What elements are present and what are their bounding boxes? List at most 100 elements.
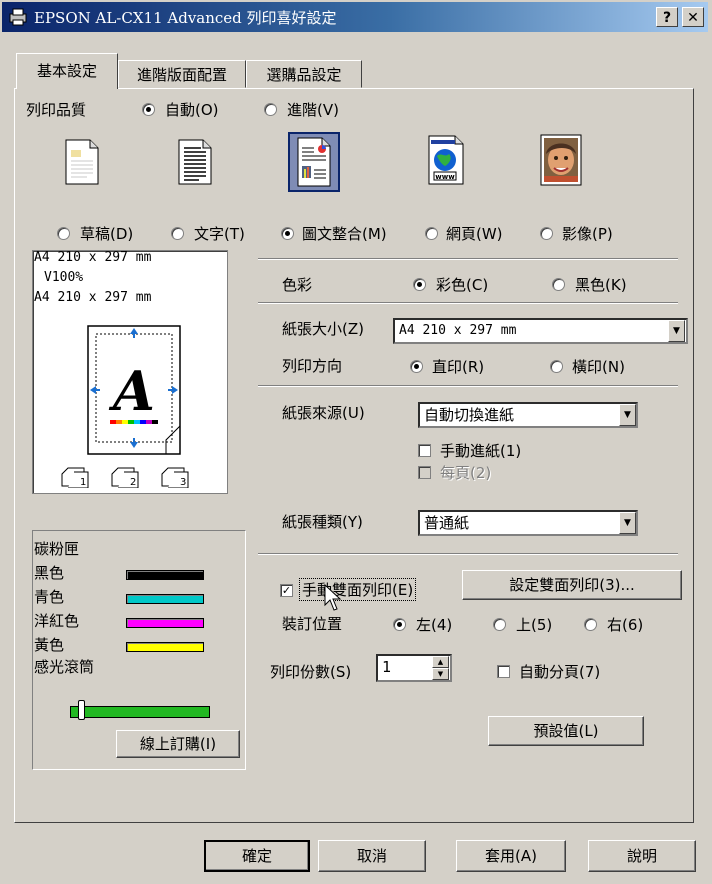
portrait-label: 直印(R) — [432, 358, 485, 376]
mode-text-label: 文字(T) — [194, 225, 245, 243]
paper-type-value: 普通紙 — [424, 514, 470, 532]
quality-advanced-radio[interactable] — [264, 103, 277, 116]
binding-left-label: 左(4) — [416, 616, 453, 634]
apply-button[interactable]: 套用(A) — [456, 840, 566, 872]
toner-cyan-level-bar — [126, 594, 204, 604]
chevron-down-icon[interactable]: ▼ — [619, 512, 636, 534]
order-online-button[interactable]: 線上訂購(I) — [116, 730, 240, 758]
svg-text:1: 1 — [80, 477, 86, 488]
collate-checkbox[interactable] — [497, 665, 510, 678]
mode-text-graph-radio[interactable] — [281, 227, 294, 240]
svg-text:2: 2 — [130, 477, 136, 488]
binding-left-radio[interactable] — [393, 618, 406, 631]
orientation-label: 列印方向 — [282, 357, 343, 375]
binding-right-label: 右(6) — [607, 616, 644, 634]
photoconductor-level-bar — [70, 706, 210, 718]
toner-yellow-label: 黃色 — [34, 636, 65, 654]
mode-photo-label: 影像(P) — [562, 225, 613, 243]
preview-zoom: V100% — [44, 270, 84, 285]
printer-preferences-window: EPSON AL-CX11 Advanced 列印喜好設定 ? ✕ 基本設定 進… — [0, 0, 712, 884]
toner-magenta-label: 洋紅色 — [34, 612, 80, 630]
quality-advanced-label: 進階(V) — [287, 101, 339, 119]
spin-up-icon[interactable]: ▲ — [432, 656, 449, 668]
tab-label: 選購品設定 — [266, 66, 342, 84]
paper-type-label: 紙張種類(Y) — [282, 513, 363, 531]
paper-source-value: 自動切換進紙 — [424, 406, 515, 424]
mouse-cursor-icon — [324, 583, 342, 612]
mode-web-label: 網頁(W) — [446, 225, 503, 243]
mode-photo-radio[interactable] — [540, 227, 553, 240]
svg-text:A: A — [108, 359, 155, 423]
chevron-down-icon[interactable]: ▼ — [668, 320, 685, 342]
tab-label: 基本設定 — [36, 62, 97, 80]
manual-feed-checkbox[interactable] — [418, 444, 431, 457]
toner-black-level-bar — [126, 570, 204, 580]
separator — [258, 258, 678, 260]
draft-document-icon[interactable] — [62, 138, 102, 186]
toner-black-label: 黑色 — [34, 564, 65, 582]
each-page-label: 每頁(2) — [440, 464, 492, 482]
close-title-button[interactable]: ✕ — [682, 7, 704, 27]
paper-size-value: A4 210 x 297 mm — [399, 323, 517, 338]
color-radio[interactable] — [413, 278, 426, 291]
preview-paper-size: A4 210 x 297 mm — [34, 250, 152, 265]
tab-advanced-layout[interactable]: 進階版面配置 — [118, 60, 246, 88]
svg-text:www: www — [435, 173, 455, 181]
copy-order-icons: 1 2 3 — [60, 466, 206, 489]
text-graph-document-icon[interactable] — [288, 132, 340, 192]
help-button[interactable]: 說明 — [588, 840, 696, 872]
mode-text-radio[interactable] — [171, 227, 184, 240]
paper-source-select[interactable]: 自動切換進紙 — [418, 402, 638, 428]
toner-magenta-level-bar — [126, 618, 204, 628]
ok-button[interactable]: 確定 — [204, 840, 310, 872]
collate-pages-icon: 1 2 3 — [61, 467, 189, 489]
printer-app-icon — [8, 8, 28, 26]
help-title-button[interactable]: ? — [656, 7, 678, 27]
tab-label: 進階版面配置 — [136, 66, 227, 84]
chevron-down-icon[interactable]: ▼ — [619, 404, 636, 426]
tab-basic-settings[interactable]: 基本設定 — [16, 53, 118, 89]
mode-draft-radio[interactable] — [57, 227, 70, 240]
title-bar: EPSON AL-CX11 Advanced 列印喜好設定 ? ✕ — [2, 2, 708, 32]
cancel-button[interactable]: 取消 — [318, 840, 426, 872]
tab-optional-settings[interactable]: 選購品設定 — [246, 60, 362, 88]
paper-size-select[interactable]: A4 210 x 297 mm — [393, 318, 688, 344]
collate-label: 自動分頁(7) — [519, 663, 601, 681]
paper-size-label: 紙張大小(Z) — [282, 320, 364, 338]
landscape-radio[interactable] — [550, 360, 563, 373]
color-option-label: 彩色(C) — [436, 276, 489, 294]
level-indicator-icon — [78, 700, 85, 720]
mono-option-label: 黑色(K) — [575, 276, 627, 294]
mode-web-radio[interactable] — [425, 227, 438, 240]
binding-top-radio[interactable] — [493, 618, 506, 631]
paper-type-select[interactable]: 普通紙 — [418, 510, 638, 536]
photoconductor-label: 感光滾筒 — [34, 658, 95, 676]
duplex-settings-button[interactable]: 設定雙面列印(3)... — [462, 570, 682, 600]
copies-label: 列印份數(S) — [270, 663, 352, 681]
mode-text-graph-label: 圖文整合(M) — [302, 225, 387, 243]
text-document-icon[interactable] — [175, 138, 215, 186]
manual-feed-label: 手動進紙(1) — [440, 442, 522, 460]
web-page-icon[interactable]: www — [425, 134, 469, 188]
close-icon: ✕ — [687, 10, 699, 26]
toner-cyan-label: 青色 — [34, 588, 65, 606]
separator — [258, 553, 678, 555]
spin-down-icon[interactable]: ▼ — [432, 668, 449, 680]
quality-auto-radio[interactable] — [142, 103, 155, 116]
binding-right-radio[interactable] — [584, 618, 597, 631]
mono-radio[interactable] — [552, 278, 565, 291]
each-page-checkbox[interactable] — [418, 466, 431, 479]
manual-duplex-label: 手動雙面列印(E) — [298, 578, 417, 601]
separator — [258, 385, 678, 387]
separator — [258, 302, 678, 304]
photo-image-icon[interactable] — [540, 134, 582, 186]
print-quality-label: 列印品質 — [26, 101, 87, 119]
manual-duplex-checkbox[interactable]: ✓ — [280, 584, 293, 597]
page-layout-preview-icon: A — [86, 324, 182, 456]
portrait-radio[interactable] — [410, 360, 423, 373]
restore-defaults-button[interactable]: 預設值(L) — [488, 716, 644, 746]
copies-value: 1 — [382, 658, 392, 676]
toner-yellow-level-bar — [126, 642, 204, 652]
preview-output-size: A4 210 x 297 mm — [34, 290, 152, 305]
binding-position-label: 裝訂位置 — [282, 615, 343, 633]
